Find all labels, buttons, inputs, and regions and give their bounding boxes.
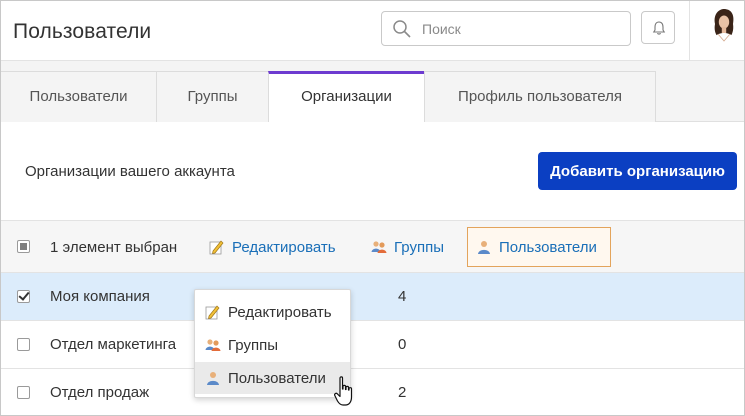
menu-item-users[interactable]: Пользователи [195,362,350,394]
user-icon [207,372,219,385]
toolbar-groups-button[interactable]: Группы [371,227,444,267]
row-checkbox[interactable] [17,338,30,351]
user-count: 0 [398,336,407,353]
search-icon [393,20,411,38]
group-icon [371,241,387,253]
toolbar-users-label: Пользователи [499,238,597,256]
select-all-checkbox[interactable] [17,240,30,253]
app-window: Пользователи Пользователи Группы [0,0,745,416]
tab-user-profile[interactable]: Профиль пользователя [424,71,656,122]
hand-cursor-icon [334,376,353,406]
selection-toolbar: 1 элемент выбран Редактировать Группы По [1,220,744,273]
section-subtitle: Организации вашего аккаунта [25,163,235,180]
add-organization-button[interactable]: Добавить организацию [538,152,737,190]
selected-count: 1 элемент выбран [50,239,178,256]
search-box[interactable] [381,11,631,46]
tab-bar: Пользователи Группы Организации Профиль … [1,61,744,123]
pencil-icon [209,240,224,255]
organization-name: Моя компания [50,288,150,305]
user-count: 4 [398,288,407,305]
row-context-menu: Редактировать Группы Пользователи [194,289,351,398]
toolbar-groups-label: Группы [394,238,444,256]
avatar[interactable] [709,8,739,44]
menu-item-edit[interactable]: Редактировать [195,296,350,328]
content-header: Организации вашего аккаунта Добавить орг… [1,122,744,220]
toolbar-users-button[interactable]: Пользователи [467,227,611,267]
tab-groups[interactable]: Группы [156,71,269,122]
user-icon [478,241,490,254]
header-divider [689,1,690,60]
notifications-button[interactable] [641,11,675,44]
menu-item-groups-label: Группы [228,336,278,354]
page-title: Пользователи [13,20,152,43]
tab-users[interactable]: Пользователи [1,71,157,122]
toolbar-edit-label: Редактировать [232,238,336,256]
bell-icon [652,21,666,35]
user-count: 2 [398,384,407,401]
table-row[interactable]: Моя компания 4 [1,273,744,321]
group-icon [205,339,221,351]
tab-organizations[interactable]: Организации [268,71,425,123]
top-header: Пользователи [1,1,744,61]
table-row[interactable]: Отдел маркетинга 0 [1,321,744,369]
pencil-icon [205,305,220,320]
menu-item-groups[interactable]: Группы [195,329,350,361]
menu-item-users-label: Пользователи [228,369,326,387]
toolbar-edit-button[interactable]: Редактировать [209,227,336,267]
search-input[interactable] [422,18,622,40]
organization-name: Отдел продаж [50,384,150,401]
organization-name: Отдел маркетинга [50,336,177,353]
table-row[interactable]: Отдел продаж 2 [1,369,744,415]
menu-item-edit-label: Редактировать [228,303,332,321]
row-checkbox[interactable] [17,290,30,303]
row-checkbox[interactable] [17,386,30,399]
